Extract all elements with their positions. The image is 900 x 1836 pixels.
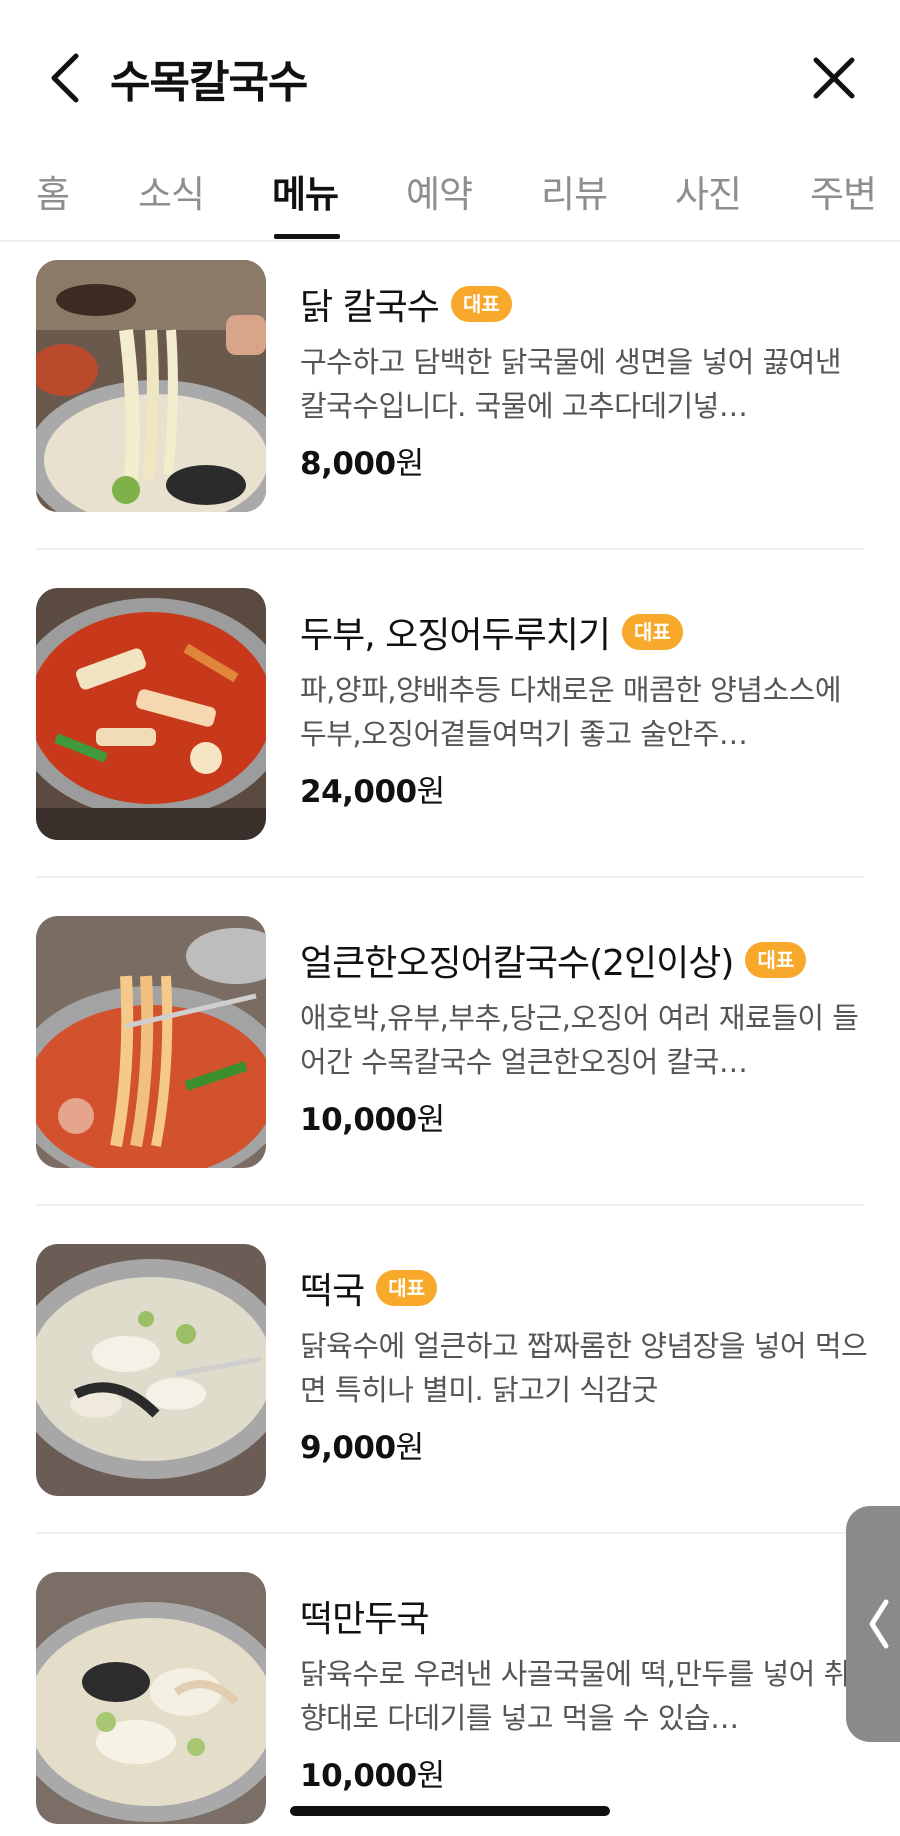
- app-header: 수목칼국수: [0, 0, 900, 150]
- back-button[interactable]: [40, 48, 88, 108]
- home-indicator: [290, 1806, 610, 1816]
- menu-description: 닭육수에 얼큰하고 짭짜롬한 양념장을 넣어 먹으면 특히나 별미. 닭고기 식…: [300, 1329, 868, 1407]
- menu-name: 두부, 오징어두루치기: [300, 615, 611, 656]
- tab-photos[interactable]: 사진: [675, 164, 742, 218]
- menu-photo-chicken-kalguksu[interactable]: [36, 260, 266, 512]
- menu-info: 떡국 대표 닭육수에 얼큰하고 짭짜롬한 양념장을 넣어 먹으면 특히나 별미.…: [300, 1262, 870, 1467]
- menu-name: 닭 칼국수: [300, 287, 440, 328]
- menu-item[interactable]: 닭 칼국수 대표 구수하고 담백한 닭국물에 생면을 넣어 끓여낸 칼국수입니다…: [36, 244, 864, 572]
- menu-price: 24,000원: [300, 774, 445, 810]
- menu-item[interactable]: 두부, 오징어두루치기 대표 파,양파,양배추등 다채로운 매콤한 양념소스에 …: [36, 572, 864, 900]
- menu-photo-spicy-squid-kalguksu[interactable]: [36, 916, 266, 1168]
- active-tab-indicator: [274, 234, 340, 239]
- page-title: 수목칼국수: [110, 57, 308, 108]
- chevron-left-icon: [869, 1599, 889, 1649]
- menu-name: 떡만두국: [300, 1599, 429, 1640]
- menu-info: 얼큰한오징어칼국수(2인이상) 대표 애호박,유부,부추,당근,오징어 여러 재…: [300, 934, 870, 1139]
- menu-item[interactable]: 떡만두국 닭육수로 우려낸 사골국물에 떡,만두를 넣어 취향대로 다데기를 넣…: [36, 1556, 864, 1836]
- menu-price: 10,000원: [300, 1758, 445, 1794]
- menu-photo-tofu-squid-duruchigi[interactable]: [36, 588, 266, 840]
- tab-nearby[interactable]: 주변: [810, 164, 877, 218]
- divider: [36, 1204, 864, 1206]
- page: 수목칼국수 홈 소식 메뉴 예약 리뷰 사진 주변 닭 칼국수 대표 구수하고 …: [0, 0, 900, 1836]
- menu-price: 10,000원: [300, 1102, 445, 1138]
- signature-badge: 대표: [745, 942, 807, 978]
- menu-description: 파,양파,양배추등 다채로운 매콤한 양념소스에 두부,오징어곁들여먹기 좋고 …: [300, 673, 842, 751]
- tab-home[interactable]: 홈: [36, 164, 70, 218]
- tab-news[interactable]: 소식: [138, 164, 205, 218]
- menu-info: 닭 칼국수 대표 구수하고 담백한 닭국물에 생면을 넣어 끓여낸 칼국수입니다…: [300, 278, 870, 483]
- divider: [36, 548, 864, 550]
- menu-description: 구수하고 담백한 닭국물에 생면을 넣어 끓여낸 칼국수입니다. 국물에 고추다…: [300, 345, 842, 423]
- tab-menu[interactable]: 메뉴: [272, 164, 339, 218]
- menu-item[interactable]: 얼큰한오징어칼국수(2인이상) 대표 애호박,유부,부추,당근,오징어 여러 재…: [36, 900, 864, 1228]
- close-button[interactable]: [806, 50, 862, 106]
- menu-info: 떡만두국 닭육수로 우려낸 사골국물에 떡,만두를 넣어 취향대로 다데기를 넣…: [300, 1590, 870, 1795]
- menu-name: 얼큰한오징어칼국수(2인이상): [300, 943, 734, 984]
- menu-description: 닭육수로 우려낸 사골국물에 떡,만두를 넣어 취향대로 다데기를 넣고 먹을 …: [300, 1657, 850, 1735]
- close-icon: [813, 57, 855, 99]
- menu-info: 두부, 오징어두루치기 대표 파,양파,양배추등 다채로운 매콤한 양념소스에 …: [300, 606, 870, 811]
- menu-description: 애호박,유부,부추,당근,오징어 여러 재료들이 들어간 수목칼국수 얼큰한오징…: [300, 1001, 859, 1079]
- side-drawer-handle[interactable]: [846, 1506, 900, 1742]
- menu-price: 8,000원: [300, 446, 424, 482]
- menu-photo-tteok-mandu-guk[interactable]: [36, 1572, 266, 1824]
- divider: [36, 876, 864, 878]
- tab-reservation[interactable]: 예약: [406, 164, 473, 218]
- signature-badge: 대표: [376, 1270, 438, 1306]
- chevron-left-icon: [51, 53, 79, 103]
- signature-badge: 대표: [621, 614, 683, 650]
- menu-price: 9,000원: [300, 1430, 424, 1466]
- menu-photo-tteokguk[interactable]: [36, 1244, 266, 1496]
- menu-name: 떡국: [300, 1271, 365, 1312]
- signature-badge: 대표: [450, 286, 512, 322]
- tab-review[interactable]: 리뷰: [541, 164, 608, 218]
- divider: [36, 1532, 864, 1534]
- menu-item[interactable]: 떡국 대표 닭육수에 얼큰하고 짭짜롬한 양념장을 넣어 먹으면 특히나 별미.…: [36, 1228, 868, 1556]
- tab-bar: 홈 소식 메뉴 예약 리뷰 사진 주변: [0, 150, 900, 242]
